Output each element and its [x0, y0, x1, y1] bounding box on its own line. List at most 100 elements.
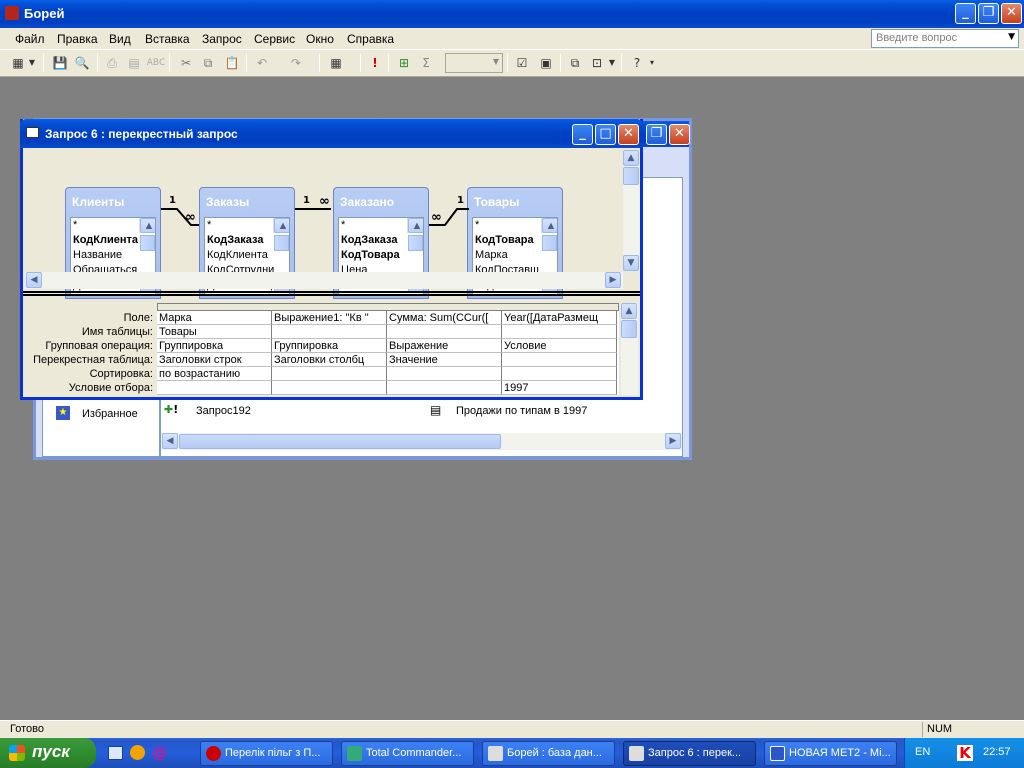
run-icon[interactable]: ! [365, 54, 385, 72]
database-window-icon[interactable]: ⧉ [565, 54, 585, 72]
scroll-thumb[interactable] [623, 167, 639, 185]
start-button[interactable]: пуск [0, 738, 96, 768]
pane-splitter[interactable] [23, 291, 640, 296]
grid-cell[interactable]: по возрастанию [157, 367, 272, 381]
grid-cell[interactable]: Группировка [157, 339, 272, 353]
grid-cell[interactable] [272, 367, 387, 381]
tables-pane-hscroll[interactable]: ◀ ▶ [25, 272, 623, 289]
new-object-icon[interactable]: ⊡ [587, 54, 607, 72]
report-item-label[interactable]: Продажи по типам в 1997 [456, 405, 587, 417]
query-title-bar: Запрос 6 : перекрестный запрос _ □ ✕ [20, 119, 643, 148]
scroll-right-button[interactable]: ▶ [605, 272, 621, 288]
chevron-down-icon[interactable]: ▼ [1008, 32, 1015, 42]
menu-edit[interactable]: Правка [57, 32, 98, 46]
dropdown-icon[interactable]: ▼ [26, 54, 38, 72]
menu-insert[interactable]: Вставка [145, 32, 190, 46]
grid-cell[interactable]: Марка [157, 311, 272, 325]
grid-cell[interactable]: Выражение1: "Кв " [272, 311, 387, 325]
taskbar-item-5[interactable]: НОВАЯ МЕТ2 - Mi... [764, 741, 897, 766]
restore-button[interactable]: ❐ [978, 3, 999, 24]
scroll-left-button[interactable]: ◀ [26, 272, 42, 288]
app-icon [5, 6, 19, 20]
preview-icon[interactable]: ▤ [124, 54, 144, 72]
grid-cell[interactable] [157, 381, 272, 395]
grid-cell[interactable] [502, 353, 617, 367]
query-maximize-button[interactable]: □ [595, 124, 616, 145]
grid-cell[interactable]: Year([ДатаРазмещ [502, 311, 617, 325]
favorites-label[interactable]: Избранное [82, 408, 138, 420]
show-table-icon[interactable]: ⊞ [394, 54, 414, 72]
db-restore-button[interactable]: ❐ [646, 124, 667, 145]
cut-icon[interactable]: ✂ [176, 54, 196, 72]
tables-pane-vscroll[interactable]: ▲ ▼ [623, 150, 640, 271]
query-minimize-button[interactable]: _ [572, 124, 593, 145]
grid-cell[interactable]: Выражение [387, 339, 502, 353]
menu-tools[interactable]: Сервис [254, 32, 295, 46]
media-player-icon[interactable] [130, 745, 145, 760]
query-close-button[interactable]: ✕ [618, 124, 639, 145]
close-button[interactable]: ✕ [1001, 3, 1022, 24]
redo-icon[interactable]: ↷ [286, 54, 306, 72]
menu-file[interactable]: Файл [15, 32, 45, 46]
menu-help[interactable]: Справка [347, 32, 394, 46]
totals-icon[interactable]: Σ [416, 54, 436, 72]
undo-icon[interactable]: ↶ [252, 54, 272, 72]
grid-vscroll[interactable]: ▲ [621, 303, 638, 395]
properties-icon[interactable]: ☑ [512, 54, 532, 72]
menu-query[interactable]: Запрос [202, 32, 242, 46]
minimize-button[interactable]: _ [955, 3, 976, 24]
grid-cell[interactable] [272, 381, 387, 395]
print-icon[interactable]: ⎙ [102, 54, 122, 72]
db-close-button[interactable]: ✕ [669, 124, 690, 145]
grid-cell[interactable]: Значение [387, 353, 502, 367]
grid-cell[interactable] [272, 325, 387, 339]
menu-view[interactable]: Вид [109, 32, 131, 46]
system-tray: EN K 22:57 [904, 738, 1024, 768]
grid-cell[interactable]: Товары [157, 325, 272, 339]
copy-icon[interactable]: ⧉ [198, 54, 218, 72]
query-type-icon[interactable]: ▦ [326, 54, 346, 72]
grid-cell[interactable]: Заголовки столбц [272, 353, 387, 367]
dropdown-icon[interactable]: ▼ [607, 54, 617, 72]
scroll-right-button[interactable]: ▶ [665, 433, 681, 449]
grid-cell[interactable]: Группировка [272, 339, 387, 353]
grid-cell[interactable]: Заголовки строк [157, 353, 272, 367]
scroll-thumb[interactable] [621, 320, 637, 338]
paste-icon[interactable]: 📋 [222, 54, 242, 72]
taskbar-item-4[interactable]: Запрос 6 : перек... [623, 741, 756, 766]
grid-cell[interactable] [387, 381, 502, 395]
db-horizontal-scrollbar[interactable]: ◀ ▶ [161, 433, 682, 450]
search-file-icon[interactable]: 🔍 [72, 54, 92, 72]
scroll-thumb[interactable] [179, 434, 501, 449]
spelling-icon[interactable]: ABC [146, 54, 166, 72]
show-desktop-icon[interactable] [108, 746, 123, 760]
builder-icon[interactable]: ▣ [536, 54, 556, 72]
email-icon[interactable]: @ [152, 744, 169, 762]
grid-cell[interactable] [387, 325, 502, 339]
language-indicator[interactable]: EN [915, 746, 930, 758]
grid-cell[interactable]: Условие [502, 339, 617, 353]
scroll-thumb[interactable] [43, 273, 603, 288]
save-icon[interactable]: 💾 [50, 54, 70, 72]
grid-cell[interactable] [387, 367, 502, 381]
antivirus-icon[interactable]: K [957, 745, 973, 761]
help-question-box[interactable]: Введите вопрос ▼ [871, 29, 1019, 48]
opera-icon [206, 746, 221, 761]
taskbar-item-3[interactable]: Борей : база дан... [482, 741, 615, 766]
grid-cell[interactable] [502, 325, 617, 339]
scroll-left-button[interactable]: ◀ [162, 433, 178, 449]
scroll-up-button[interactable]: ▲ [623, 150, 639, 166]
view-icon[interactable]: ▦ [8, 54, 28, 72]
help-icon[interactable]: ? [627, 54, 647, 72]
scroll-up-button[interactable]: ▲ [621, 303, 637, 319]
grid-cell[interactable]: 1997 [502, 381, 617, 395]
top-values-combo[interactable]: ▼ [445, 53, 503, 73]
menu-window[interactable]: Окно [306, 32, 334, 46]
query-item-label[interactable]: Запрос192 [196, 405, 251, 417]
grid-cell[interactable]: Сумма: Sum(CCur([ [387, 311, 502, 325]
taskbar-item-1[interactable]: Перелік пільг з П... [200, 741, 333, 766]
grid-cell[interactable] [502, 367, 617, 381]
dropdown-icon[interactable]: ▾ [647, 54, 657, 72]
scroll-down-button[interactable]: ▼ [623, 255, 639, 271]
taskbar-item-2[interactable]: Total Commander... [341, 741, 474, 766]
